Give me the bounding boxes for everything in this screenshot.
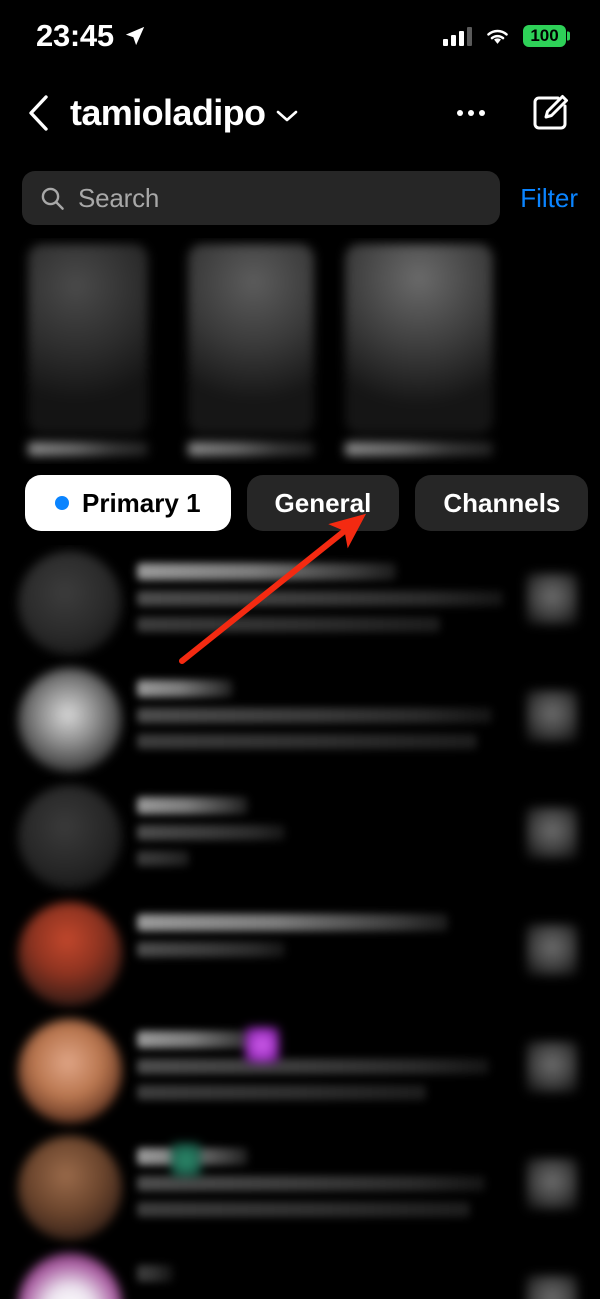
status-bar-left: 23:45 (36, 18, 146, 54)
conversation-row-5[interactable] (0, 1013, 600, 1130)
conversation-row-6[interactable] (0, 1130, 600, 1247)
conversation-preview (137, 1143, 507, 1228)
tab-channels[interactable]: Channels (415, 475, 589, 531)
message-thumbnail (526, 1275, 578, 1299)
battery-indicator: 100 (523, 25, 566, 47)
conversation-list (0, 545, 600, 1299)
message-thumbnail (526, 924, 578, 976)
avatar (18, 785, 122, 889)
tab-label: General (274, 487, 372, 518)
avatar (18, 1253, 122, 1299)
avatar (18, 668, 122, 772)
status-bar-right: 100 (443, 25, 566, 47)
search-input[interactable]: Search (22, 171, 501, 225)
story-caption (188, 442, 314, 456)
filter-button[interactable]: Filter (520, 183, 578, 214)
tab-label: Channels (443, 487, 561, 518)
navigation-bar: tamioladipo (0, 78, 600, 148)
story-caption (345, 442, 493, 456)
conversation-row-4[interactable] (0, 896, 600, 1013)
search-icon (41, 187, 64, 210)
conversation-preview (137, 1265, 507, 1299)
unread-dot-icon (55, 496, 69, 510)
compose-message-icon[interactable] (528, 91, 572, 135)
tab-label: Primary 1 (82, 487, 201, 518)
story-card-1[interactable] (28, 244, 148, 456)
status-bar: 23:45 100 (0, 0, 600, 72)
search-row: Search Filter (0, 170, 600, 226)
story-thumbnail (345, 244, 493, 434)
page-title: tamioladipo (70, 92, 266, 133)
story-card-3[interactable] (345, 244, 493, 456)
back-chevron-icon[interactable] (26, 94, 52, 132)
avatar (18, 551, 122, 655)
message-thumbnail (526, 1041, 578, 1093)
message-thumbnail (526, 807, 578, 859)
phone-screen: 23:45 100 tamioladipo Search Filter Prim… (0, 0, 600, 1299)
conversation-row-1[interactable] (0, 545, 600, 662)
conversation-row-3[interactable] (0, 779, 600, 896)
search-placeholder: Search (78, 182, 160, 213)
location-arrow-icon (125, 26, 144, 46)
emoji-glyph (245, 1027, 279, 1063)
story-thumbnail (28, 244, 148, 434)
story-card-2[interactable] (188, 244, 314, 456)
avatar (18, 1136, 122, 1240)
chevron-down-icon (277, 110, 298, 122)
avatar (18, 1019, 122, 1123)
tab-general[interactable]: General (246, 475, 400, 531)
conversation-row-2[interactable] (0, 662, 600, 779)
conversation-preview (137, 680, 507, 760)
avatar (18, 902, 122, 1006)
message-thumbnail (526, 573, 578, 625)
status-bar-clock: 23:45 (36, 18, 114, 53)
story-thumbnail (188, 244, 314, 434)
conversation-preview (137, 797, 507, 877)
story-caption (28, 442, 148, 456)
inbox-tabs: Primary 1 General Channels Requests (0, 474, 600, 532)
cellular-bars-icon (443, 26, 472, 46)
conversation-row-7[interactable] (0, 1247, 600, 1299)
wifi-icon (487, 29, 508, 44)
tab-primary[interactable]: Primary 1 (25, 475, 231, 531)
message-thumbnail (526, 1158, 578, 1210)
conversation-preview (137, 563, 507, 643)
conversation-preview (137, 914, 507, 968)
conversation-preview (137, 1027, 507, 1111)
more-options-icon[interactable] (450, 92, 492, 134)
message-thumbnail (526, 690, 578, 742)
emoji-glyph (171, 1143, 201, 1177)
account-switcher[interactable]: tamioladipo (70, 92, 298, 134)
story-tray (0, 238, 600, 464)
